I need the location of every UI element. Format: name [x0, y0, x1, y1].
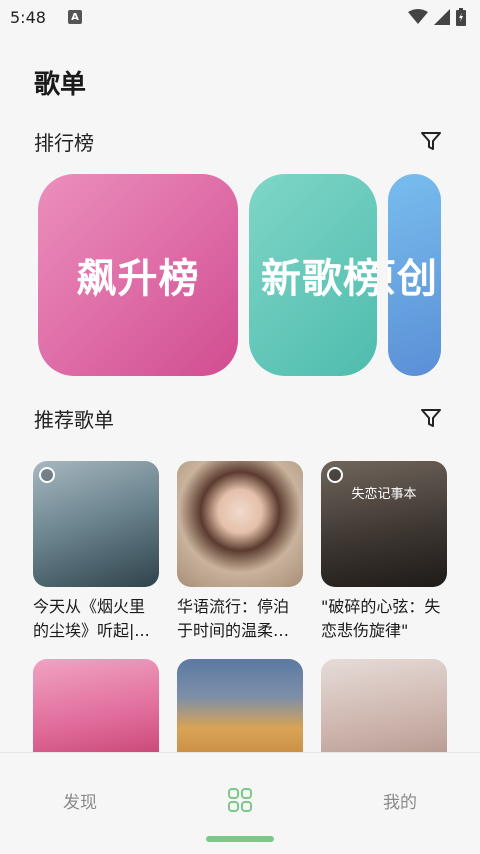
- charts-section-title: 排行榜: [34, 130, 94, 155]
- status-time: 5:48: [10, 7, 46, 27]
- playlist-cover: [177, 461, 303, 587]
- charts-section-header: 排行榜: [34, 126, 446, 156]
- filter-icon: [421, 409, 441, 427]
- playlist-cover: [177, 659, 303, 753]
- nav-discover[interactable]: 发现: [0, 753, 160, 847]
- status-bar: 5:48 A: [0, 0, 480, 34]
- playlist-title: "破碎的心弦：失恋悲伤旋律": [321, 597, 441, 640]
- playlist-card[interactable]: [33, 659, 159, 753]
- status-icons: [408, 8, 466, 26]
- recommended-filter-button[interactable]: [416, 403, 446, 433]
- chart-label: 原创: [388, 256, 438, 302]
- chart-label: 飙升榜: [76, 256, 200, 302]
- recommended-section-header: 推荐歌单: [34, 403, 446, 433]
- nav-discover-label: 发现: [63, 792, 97, 813]
- playlist-card[interactable]: 失恋记事本 "破碎的心弦：失恋悲伤旋律": [321, 461, 447, 643]
- playlist-card[interactable]: 今天从《烟火里的尘埃》听起|...: [33, 461, 159, 643]
- playlist-title: 华语流行：停泊于时间的温柔之...: [177, 597, 290, 640]
- grid-icon: [228, 788, 252, 812]
- battery-icon: [456, 8, 466, 26]
- recommended-section-title: 推荐歌单: [34, 407, 114, 432]
- chart-label: 新歌榜: [261, 256, 377, 302]
- nav-mine[interactable]: 我的: [320, 753, 480, 847]
- playlist-card[interactable]: 华语流行：停泊于时间的温柔之...: [177, 461, 303, 643]
- netease-badge-icon: [327, 467, 343, 483]
- playlist-cover: [33, 659, 159, 753]
- netease-badge-icon: [39, 467, 55, 483]
- chart-card-new-songs[interactable]: 新歌榜: [249, 174, 377, 376]
- playlist-card[interactable]: [321, 659, 447, 753]
- charts-carousel[interactable]: 飙升榜 新歌榜 原创: [0, 174, 441, 376]
- playlist-cover: 失恋记事本: [321, 461, 447, 587]
- playlist-cover: [33, 461, 159, 587]
- playlist-card[interactable]: [177, 659, 303, 753]
- playlist-grid: 今天从《烟火里的尘埃》听起|... 华语流行：停泊于时间的温柔之... 失恋记事…: [33, 461, 447, 753]
- chart-card-soaring[interactable]: 飙升榜: [38, 174, 238, 376]
- playlist-title: 今天从《烟火里的尘埃》听起|...: [33, 597, 150, 640]
- page-title: 歌单: [34, 70, 87, 100]
- charts-filter-button[interactable]: [416, 126, 446, 156]
- active-tab-indicator: [206, 836, 274, 842]
- filter-icon: [421, 132, 441, 150]
- bottom-nav: 发现 我的: [0, 752, 480, 854]
- signal-icon: [434, 9, 450, 25]
- notification-app-icon: A: [67, 10, 82, 24]
- nav-mine-label: 我的: [383, 792, 417, 813]
- wifi-icon: [408, 9, 428, 24]
- chart-card-original[interactable]: 原创: [388, 174, 441, 376]
- cover-overlay-text: 失恋记事本: [351, 487, 417, 502]
- nav-playlists[interactable]: [160, 753, 320, 847]
- playlist-cover: [321, 659, 447, 753]
